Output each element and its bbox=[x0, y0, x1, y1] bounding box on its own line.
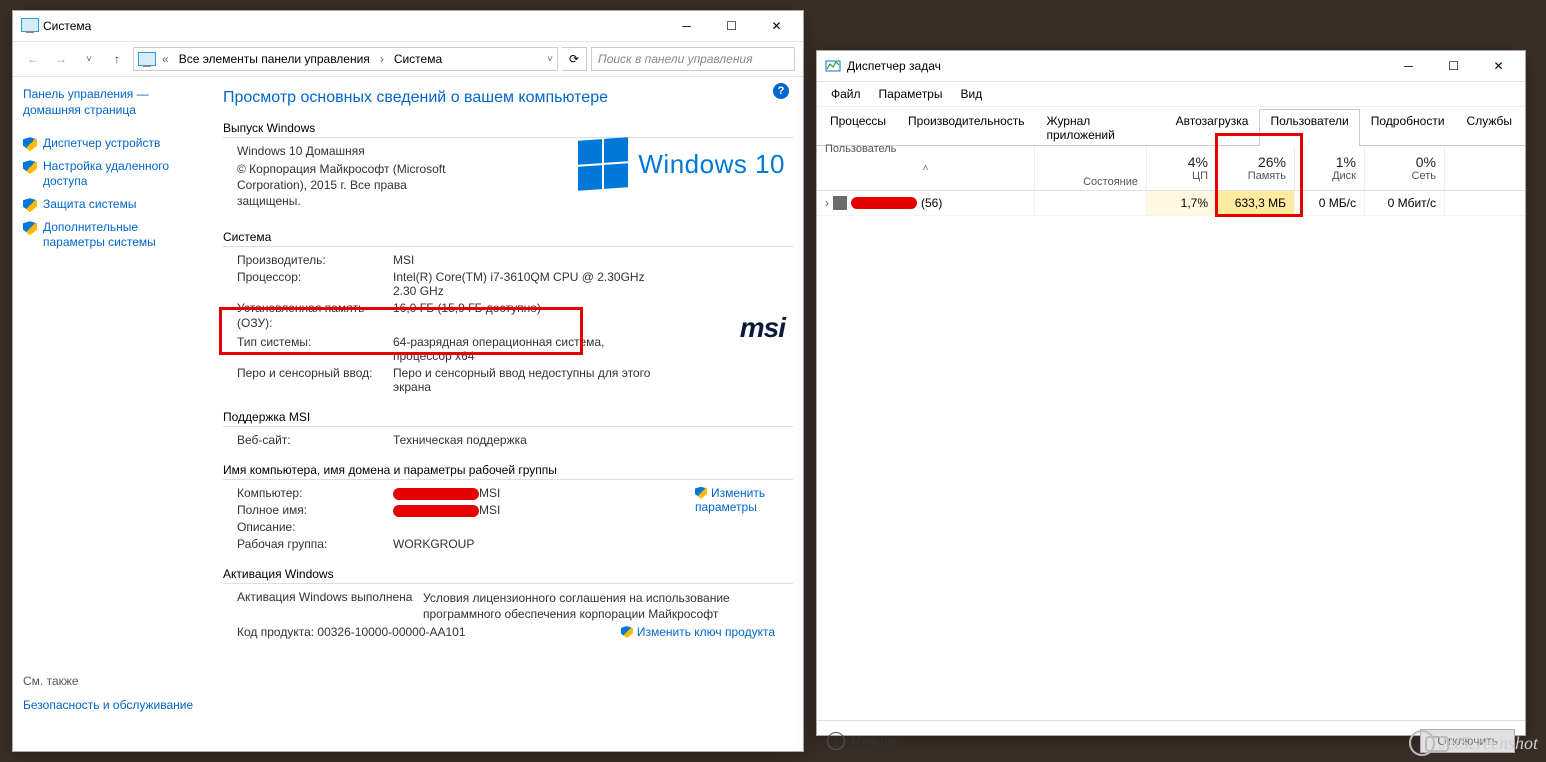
windows-logo: Windows 10 bbox=[578, 139, 785, 189]
workgroup-value: WORKGROUP bbox=[393, 537, 793, 551]
col-cpu[interactable]: 4%ЦП bbox=[1147, 146, 1217, 190]
titlebar[interactable]: Система ─ ☐ ✕ bbox=[13, 11, 803, 42]
shield-icon bbox=[23, 221, 37, 235]
computer-name-header: Имя компьютера, имя домена и параметры р… bbox=[223, 463, 793, 480]
watermark: JetScreenshot bbox=[1409, 730, 1538, 756]
system-window: Система ─ ☐ ✕ ← → ˅ ↑ « Все элементы пан… bbox=[12, 10, 804, 752]
state-cell bbox=[1035, 191, 1147, 215]
table-empty bbox=[817, 216, 1525, 720]
search-input[interactable]: Поиск в панели управления bbox=[591, 47, 795, 71]
sidebar-system-protection[interactable]: Защита системы bbox=[23, 193, 201, 216]
redacted bbox=[393, 505, 479, 517]
sidebar-remote-settings[interactable]: Настройка удаленного доступа bbox=[23, 155, 201, 193]
task-manager-icon bbox=[825, 58, 841, 74]
user-row[interactable]: › (56) 1,7% 633,3 МБ 0 МБ/с 0 Мбит/с bbox=[817, 191, 1525, 216]
tab-performance[interactable]: Производительность bbox=[897, 109, 1035, 146]
see-also-header: См. также bbox=[23, 674, 201, 688]
tab-services[interactable]: Службы bbox=[1456, 109, 1523, 146]
breadcrumb[interactable]: « Все элементы панели управления › Систе… bbox=[133, 47, 558, 71]
tab-app-history[interactable]: Журнал приложений bbox=[1036, 109, 1165, 146]
user-column-label: Пользователь bbox=[819, 139, 902, 159]
maximize-button[interactable]: ☐ bbox=[709, 12, 754, 40]
chevron-up-icon: ˄ bbox=[827, 732, 845, 750]
chevron-down-icon[interactable]: ˅ bbox=[547, 54, 553, 65]
sort-chevron-icon: ˄ bbox=[923, 163, 929, 174]
ram-highlight bbox=[219, 307, 583, 355]
nav-up-button[interactable]: ˅ bbox=[77, 47, 101, 71]
disk-cell: 0 МБ/с bbox=[1295, 191, 1365, 215]
maximize-button[interactable]: ☐ bbox=[1431, 52, 1476, 80]
help-icon[interactable]: ? bbox=[773, 83, 789, 99]
menu-view[interactable]: Вид bbox=[952, 84, 990, 104]
camera-icon bbox=[1409, 730, 1435, 756]
system-icon bbox=[21, 18, 37, 34]
change-key-link[interactable]: Изменить ключ продукта bbox=[621, 625, 775, 639]
user-icon bbox=[833, 196, 847, 210]
cpu-cell: 1,7% bbox=[1147, 191, 1217, 215]
see-also: См. также Безопасность и обслуживание bbox=[23, 674, 201, 716]
breadcrumb-root[interactable]: Все элементы панели управления bbox=[175, 48, 374, 70]
change-settings-link[interactable]: Изменить параметры bbox=[695, 486, 775, 514]
processor-value: Intel(R) Core(TM) i7-3610QM CPU @ 2.30GH… bbox=[393, 270, 653, 298]
user-cell: › (56) bbox=[817, 191, 1035, 215]
network-cell: 0 Мбит/с bbox=[1365, 191, 1445, 215]
window-title: Диспетчер задач bbox=[847, 59, 1386, 73]
shield-icon bbox=[23, 137, 37, 151]
window-title: Система bbox=[43, 19, 664, 33]
col-network[interactable]: 0%Сеть bbox=[1365, 146, 1445, 190]
col-disk[interactable]: 1%Диск bbox=[1295, 146, 1365, 190]
memory-highlight bbox=[1215, 133, 1303, 217]
breadcrumb-current[interactable]: Система bbox=[390, 48, 446, 70]
msi-logo: msi bbox=[740, 312, 785, 344]
control-panel-home-link[interactable]: Панель управления — домашняя страница bbox=[23, 87, 201, 118]
windows-logo-icon bbox=[578, 137, 628, 190]
shield-icon bbox=[23, 160, 37, 174]
tab-details[interactable]: Подробности bbox=[1360, 109, 1456, 146]
edition-header: Выпуск Windows bbox=[223, 121, 793, 138]
support-header: Поддержка MSI bbox=[223, 410, 793, 427]
control-panel-icon bbox=[138, 52, 156, 66]
activation-header: Активация Windows bbox=[223, 567, 793, 584]
nav-back-button[interactable]: ← bbox=[21, 47, 45, 71]
col-state[interactable]: Состояние bbox=[1035, 146, 1147, 190]
manufacturer-value: MSI bbox=[393, 253, 793, 267]
product-key: Код продукта: 00326-10000-00000-AA101 bbox=[223, 625, 466, 639]
license-terms-link[interactable]: Условия лицензионного соглашения на испо… bbox=[423, 590, 753, 622]
sidebar-advanced-settings[interactable]: Дополнительные параметры системы bbox=[23, 216, 201, 254]
redacted bbox=[393, 488, 479, 500]
nav-up-arrow[interactable]: ↑ bbox=[105, 47, 129, 71]
address-bar: ← → ˅ ↑ « Все элементы панели управления… bbox=[13, 42, 803, 77]
menu-file[interactable]: Файл bbox=[823, 84, 869, 104]
pen-touch-value: Перо и сенсорный ввод недоступны для это… bbox=[393, 366, 673, 394]
activation-status: Активация Windows выполнена bbox=[223, 590, 423, 604]
menu-bar: Файл Параметры Вид bbox=[817, 82, 1525, 107]
tabs: Процессы Производительность Журнал прило… bbox=[817, 107, 1525, 146]
sidebar-device-manager[interactable]: Диспетчер устройств bbox=[23, 132, 201, 155]
sidebar: Панель управления — домашняя страница Ди… bbox=[13, 77, 209, 753]
titlebar[interactable]: Диспетчер задач ─ ☐ ✕ bbox=[817, 51, 1525, 82]
close-button[interactable]: ✕ bbox=[754, 12, 799, 40]
minimize-button[interactable]: ─ bbox=[664, 12, 709, 40]
menu-options[interactable]: Параметры bbox=[871, 84, 951, 104]
shield-icon bbox=[23, 198, 37, 212]
system-header: Система bbox=[223, 230, 793, 247]
redacted-username bbox=[851, 197, 917, 209]
tech-support-link[interactable]: Техническая поддержка bbox=[393, 433, 793, 447]
task-manager-window: Диспетчер задач ─ ☐ ✕ Файл Параметры Вид… bbox=[816, 50, 1526, 736]
windows-copyright: © Корпорация Майкрософт (Microsoft Corpo… bbox=[223, 161, 457, 210]
fewer-details-button[interactable]: ˄ Меньше bbox=[827, 732, 897, 750]
main-content: ? Просмотр основных сведений о вашем ком… bbox=[209, 77, 803, 753]
page-heading: Просмотр основных сведений о вашем компь… bbox=[223, 89, 793, 107]
windows-edition: Windows 10 Домашняя bbox=[223, 144, 365, 158]
security-maintenance-link[interactable]: Безопасность и обслуживание bbox=[23, 694, 201, 716]
description-value bbox=[393, 520, 793, 534]
minimize-button[interactable]: ─ bbox=[1386, 52, 1431, 80]
nav-forward-button[interactable]: → bbox=[49, 47, 73, 71]
close-button[interactable]: ✕ bbox=[1476, 52, 1521, 80]
refresh-button[interactable]: ⟳ bbox=[562, 47, 587, 71]
table-header: ˄ Состояние 4%ЦП 26%Память 1%Диск 0%Сеть bbox=[817, 146, 1525, 191]
expand-chevron-icon[interactable]: › bbox=[825, 196, 829, 210]
